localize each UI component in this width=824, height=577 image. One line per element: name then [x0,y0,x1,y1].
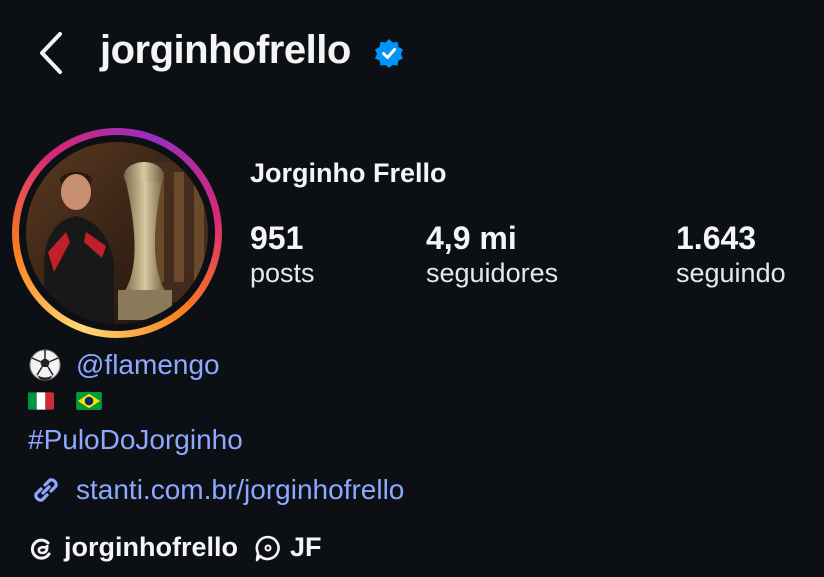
bio-link-row[interactable]: stanti.com.br/jorginhofrello [28,472,404,508]
stat-followers[interactable]: 4,9 mi seguidores [426,220,558,290]
flag-brazil-icon [76,392,102,410]
bio-flags-row [28,392,124,410]
stat-posts-label: posts [250,258,315,288]
threads-badge[interactable]: jorginhofrello JF [28,532,322,563]
avatar-photo [26,142,208,324]
hashtag-link[interactable]: #PuloDoJorginho [28,424,243,456]
threads-note-icon [255,535,280,561]
soccer-ball-icon [29,349,61,381]
stat-posts-value: 951 [250,220,304,256]
flag-italy-icon [28,392,54,410]
avatar[interactable] [12,128,222,338]
bio-hashtag-row: #PuloDoJorginho [28,424,243,456]
back-arrow-icon[interactable] [34,30,68,76]
stat-following-value: 1.643 [676,220,757,256]
verified-badge-icon [375,39,403,68]
stat-followers-value: 4,9 mi [426,220,517,256]
threads-note: JF [289,532,322,562]
bio-club-row: @flamengo [28,348,220,382]
link-icon [34,478,58,502]
external-link[interactable]: stanti.com.br/jorginhofrello [76,474,404,506]
profile-header: jorginhofrello [0,0,824,110]
club-mention-link[interactable]: @flamengo [76,349,220,381]
profile-full-name: Jorginho Frello [250,158,447,188]
threads-logo-icon [30,538,51,560]
profile-username: jorginhofrello [100,28,351,72]
stat-following[interactable]: 1.643 seguindo [676,220,786,290]
threads-handle: jorginhofrello [64,532,238,562]
stat-followers-label: seguidores [426,258,559,288]
stat-posts[interactable]: 951 posts [250,220,315,290]
stat-following-label: seguindo [676,258,786,288]
